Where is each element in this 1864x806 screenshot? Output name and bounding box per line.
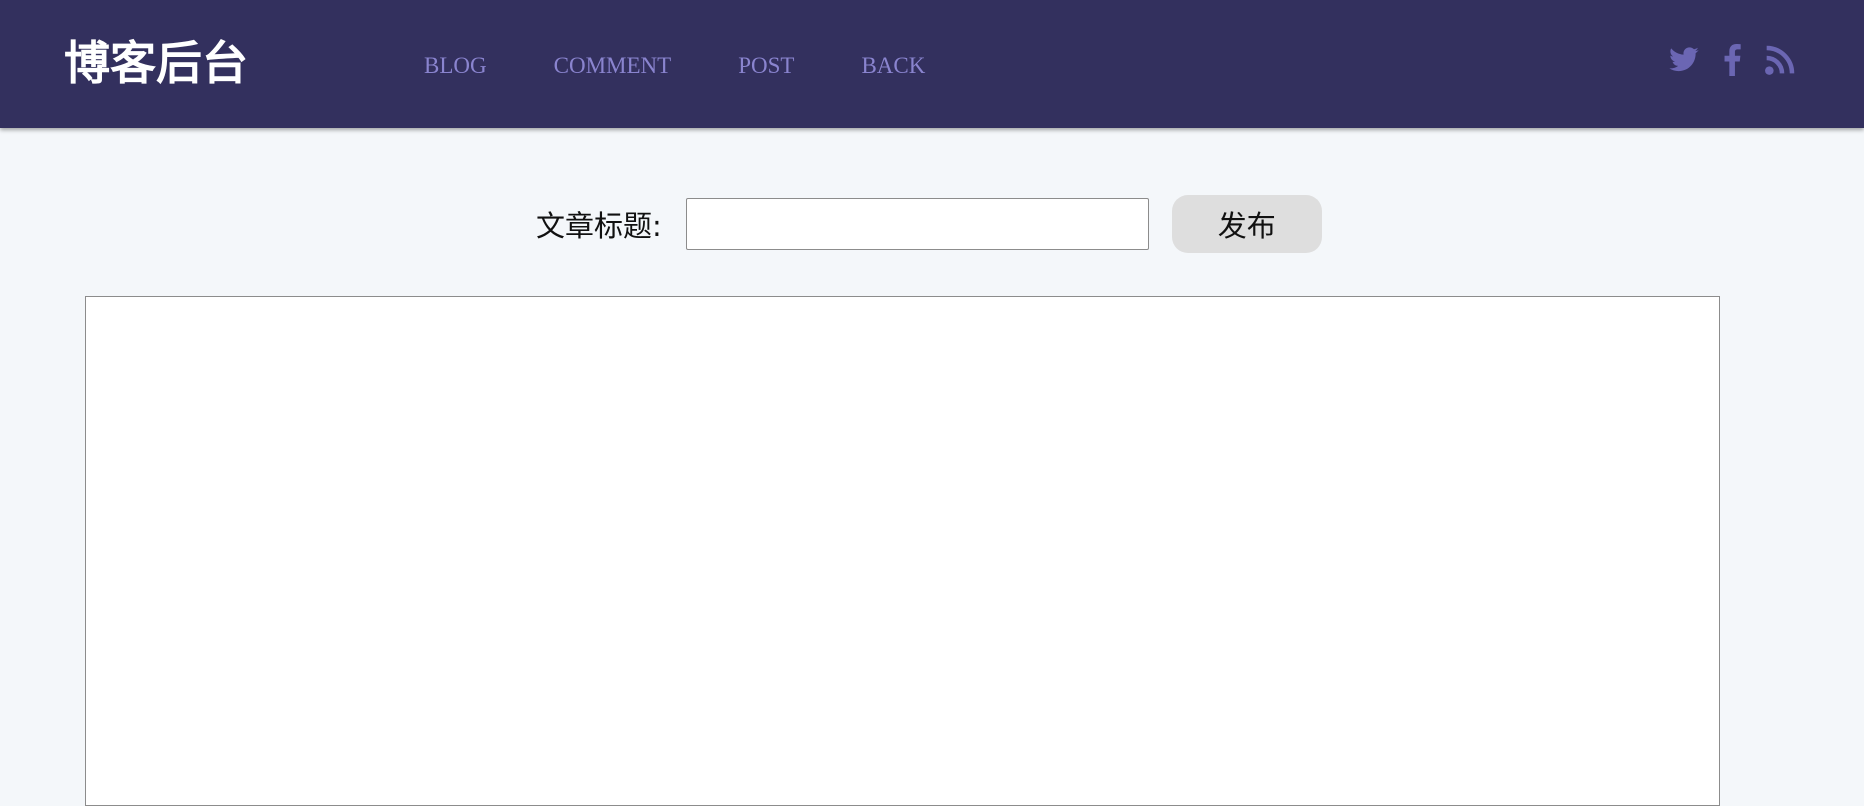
title-label: 文章标题: — [536, 209, 662, 243]
title-input[interactable] — [685, 198, 1149, 250]
title-form: 文章标题: 发布 — [536, 194, 1322, 254]
content-editor[interactable] — [85, 296, 1720, 806]
facebook-icon[interactable] — [1722, 44, 1742, 76]
nav-item-comment[interactable]: COMMENT — [554, 50, 672, 82]
main-nav: BLOG COMMENT POST BACK — [424, 50, 992, 82]
nav-item-post[interactable]: POST — [738, 50, 794, 82]
publish-button[interactable]: 发布 — [1171, 195, 1322, 253]
social-links — [1668, 44, 1796, 76]
site-brand: 博客后台 — [64, 36, 248, 90]
top-header: 博客后台 BLOG COMMENT POST BACK — [0, 0, 1864, 128]
twitter-icon[interactable] — [1668, 44, 1700, 76]
nav-item-back[interactable]: BACK — [861, 50, 925, 82]
rss-icon[interactable] — [1764, 44, 1796, 76]
nav-item-blog[interactable]: BLOG — [424, 50, 487, 82]
